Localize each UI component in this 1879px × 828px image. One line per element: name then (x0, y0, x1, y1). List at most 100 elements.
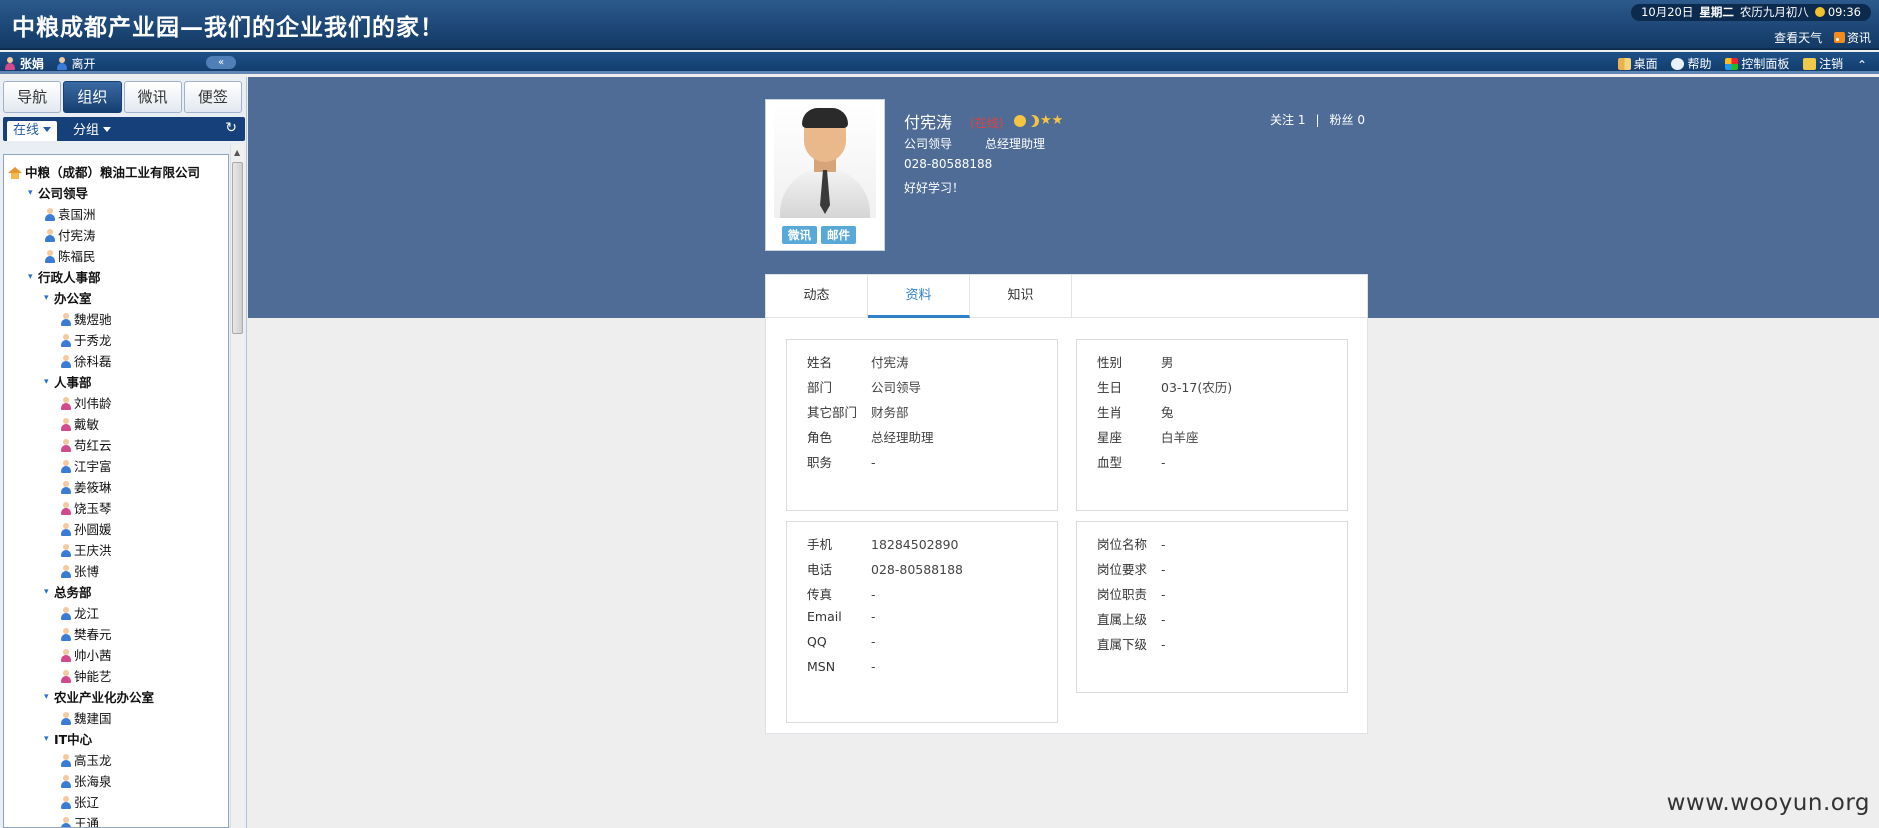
expand-toggle-icon[interactable]: ▾ (44, 582, 54, 603)
org-tree-group[interactable]: ▾ 人事部 (44, 371, 92, 392)
user-icon (60, 796, 72, 809)
expand-toggle-icon[interactable]: ▾ (44, 288, 54, 309)
caret-down-icon (103, 127, 112, 132)
scroll-up-arrow[interactable]: ▲ (234, 148, 240, 157)
org-tree-user[interactable]: 苟红云 (60, 434, 112, 455)
org-tree-user[interactable]: 钟能艺 (60, 665, 112, 686)
org-tree-root[interactable]: 中粮（成都）粮油工业有限公司 (8, 161, 200, 182)
contact-info: 手机 18284502890 电话 028-80588188 传真 - Email - QQ - M… (786, 521, 1058, 723)
tab-notes[interactable]: 便签 (183, 81, 242, 113)
tab-activity[interactable]: 动态 (766, 275, 868, 318)
org-tree-user[interactable]: 江宇富 (60, 455, 112, 476)
follow-count[interactable]: 1 (1298, 113, 1306, 127)
org-tree-user[interactable]: 王通 (60, 812, 99, 827)
org-tree: 中粮（成都）粮油工业有限公司 ▾ 公司领导 袁国洲付宪涛陈福民 ▾ 行政人事部 ▾ 办公室 魏煜… (3, 154, 229, 828)
org-tree-user[interactable]: 樊春元 (60, 623, 112, 644)
org-tree-user[interactable]: 袁国洲 (44, 203, 96, 224)
subtab-online[interactable]: 在线 (7, 121, 58, 141)
info-label: 电话 (807, 562, 833, 577)
org-tree-user[interactable]: 徐科磊 (60, 350, 112, 371)
weather-link[interactable]: 查看天气 (1774, 31, 1822, 45)
profile-role: 总经理助理 (985, 137, 1046, 151)
tab-weixun[interactable]: 微讯 (123, 81, 182, 113)
org-tree-label: 农业产业化办公室 (54, 690, 155, 705)
org-tree-user[interactable]: 付宪涛 (44, 224, 96, 245)
org-tree-user[interactable]: 高玉龙 (60, 749, 112, 770)
scrollbar-thumb[interactable] (232, 162, 243, 334)
desktop-button[interactable]: 桌面 (1634, 57, 1658, 71)
org-tree-user[interactable]: 陈福民 (44, 245, 96, 266)
info-row: 职务 - (807, 452, 876, 470)
clock-icon (1814, 7, 1825, 17)
org-tree-label: 付宪涛 (58, 228, 96, 243)
tab-profile-info[interactable]: 资料 (868, 275, 970, 318)
org-tree-user[interactable]: 戴敏 (60, 413, 99, 434)
org-tree-user[interactable]: 张海泉 (60, 770, 112, 791)
org-tree-user[interactable]: 王庆洪 (60, 539, 112, 560)
org-tree-group[interactable]: ▾ IT中心 (44, 728, 92, 749)
chevron-up-icon[interactable]: ⌃ (1857, 58, 1870, 72)
info-label: 岗位要求 (1097, 562, 1148, 577)
org-tree-group[interactable]: ▾ 行政人事部 (28, 266, 101, 287)
fans-label[interactable]: 粉丝 (1330, 113, 1354, 127)
expand-toggle-icon[interactable]: ▾ (28, 267, 38, 288)
profile-detail-card: 动态 资料 知识 姓名 付宪涛 部门 公司领导 其它部门 财务部 角色 总经理助理 职务 - 性别… (765, 274, 1368, 734)
control-panel-button[interactable]: 控制面板 (1741, 57, 1789, 71)
tree-scrollbar[interactable]: ▲ (230, 145, 244, 828)
org-tree-user[interactable]: 张博 (60, 560, 99, 581)
org-tree-user[interactable]: 张辽 (60, 791, 99, 812)
sidebar: 导航 组织 微讯 便签 在线 分组 ↻ 中粮（成都）粮油工业有限公司 ▾ 公司领导袁… (0, 77, 247, 828)
lunar-date-text: 农历九月初八 (1739, 5, 1809, 19)
org-tree-user[interactable]: 饶玉琴 (60, 497, 112, 518)
banner-links: 查看天气 资讯 (1774, 29, 1871, 46)
org-tree-user[interactable]: 于秀龙 (60, 329, 112, 350)
info-row: 岗位要求 - (1097, 559, 1166, 577)
follow-label[interactable]: 关注 (1270, 113, 1294, 127)
org-tree-user[interactable]: 龙江 (60, 602, 99, 623)
rss-icon (1833, 32, 1845, 43)
info-row: 直属下级 - (1097, 634, 1166, 652)
mail-button[interactable]: 邮件 (821, 226, 856, 244)
help-button[interactable]: 帮助 (1687, 57, 1711, 71)
org-tree-label: 樊春元 (74, 627, 112, 642)
user-icon (60, 775, 72, 788)
refresh-icon[interactable]: ↻ (225, 120, 237, 136)
weixun-button[interactable]: 微讯 (782, 226, 817, 244)
tab-nav[interactable]: 导航 (3, 81, 62, 113)
user-icon (44, 208, 56, 221)
user-icon (60, 649, 72, 662)
logout-button[interactable]: 注销 (1819, 57, 1843, 71)
current-user-name[interactable]: 张娟 (20, 57, 44, 71)
info-row: QQ - (807, 634, 876, 652)
org-tree-group[interactable]: ▾ 办公室 (44, 287, 92, 308)
tab-knowledge[interactable]: 知识 (970, 275, 1072, 318)
org-tree-group[interactable]: ▾ 农业产业化办公室 (44, 686, 154, 707)
expand-toggle-icon[interactable]: ▾ (44, 687, 54, 708)
org-tree-user[interactable]: 魏煜驰 (60, 308, 112, 329)
org-tree-label: 人事部 (54, 375, 92, 390)
news-link[interactable]: 资讯 (1847, 31, 1871, 45)
tab-org[interactable]: 组织 (63, 81, 122, 113)
user-status[interactable]: 离开 (72, 57, 96, 71)
expand-toggle-icon[interactable]: ▾ (44, 729, 54, 750)
collapse-sidebar-button[interactable]: « (206, 56, 236, 69)
org-tree-user[interactable]: 孙圆媛 (60, 518, 112, 539)
org-tree-user[interactable]: 刘伟龄 (60, 392, 112, 413)
org-tree-group[interactable]: ▾ 总务部 (44, 581, 92, 602)
separator: | (1315, 113, 1320, 127)
expand-toggle-icon[interactable]: ▾ (44, 372, 54, 393)
org-tree-user[interactable]: 帅小茜 (60, 644, 112, 665)
expand-toggle-icon[interactable]: ▾ (28, 183, 38, 204)
info-value: - (1161, 537, 1166, 552)
profile-online-status: (在线) (970, 116, 1004, 130)
fans-count[interactable]: 0 (1357, 113, 1365, 127)
info-value: - (871, 455, 876, 470)
info-row: 生日 03-17(农历) (1097, 377, 1232, 395)
avatar-actions: 微讯 邮件 (782, 226, 860, 244)
org-tree-user[interactable]: 姜筱琳 (60, 476, 112, 497)
info-row: 星座 白羊座 (1097, 427, 1199, 445)
org-tree-user[interactable]: 魏建国 (60, 707, 112, 728)
info-label: Email (807, 609, 842, 624)
subtab-group[interactable]: 分组 (67, 121, 117, 141)
org-tree-group[interactable]: ▾ 公司领导 (28, 182, 88, 203)
